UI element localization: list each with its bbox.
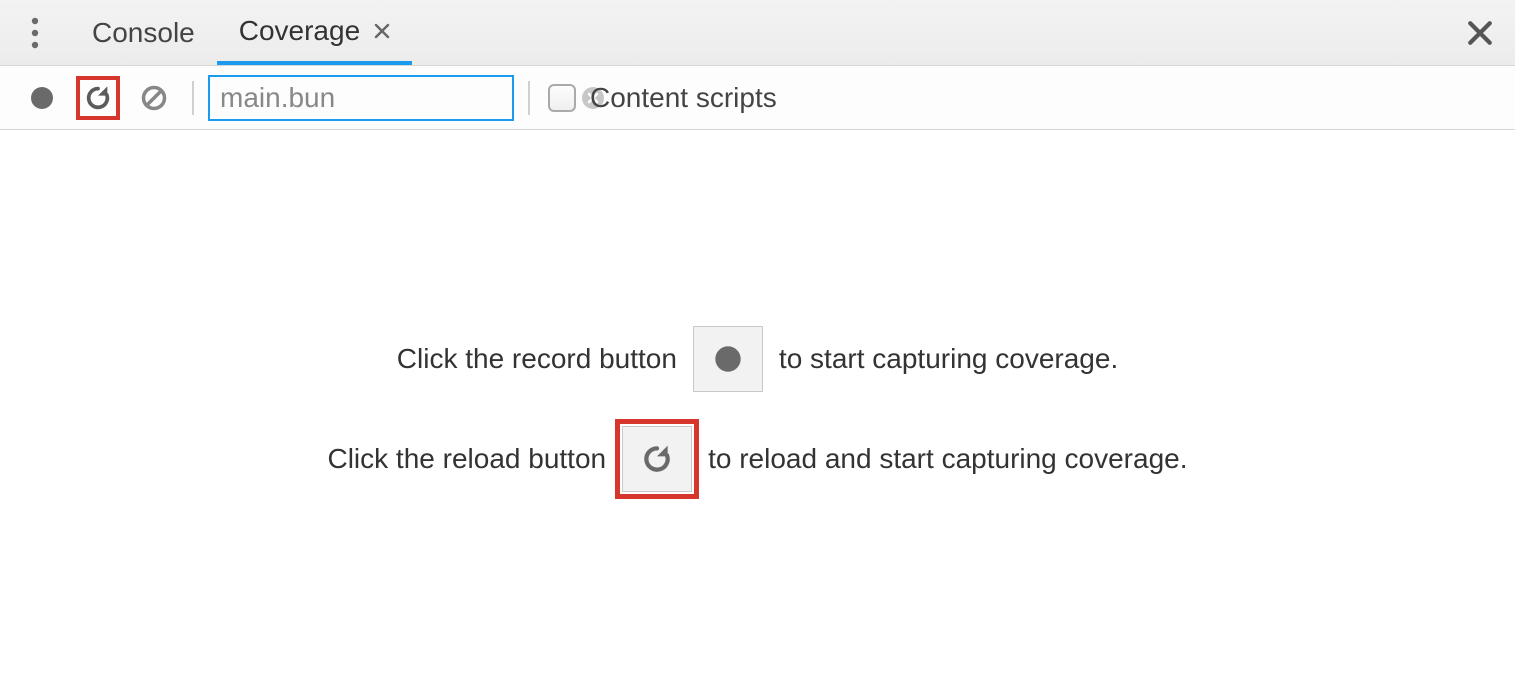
- reload-button[interactable]: [76, 76, 120, 120]
- drawer-tabbar: Console Coverage: [0, 0, 1515, 66]
- coverage-empty-state: Click the record button to start capturi…: [0, 130, 1515, 687]
- record-icon: [29, 85, 55, 111]
- tab-console-label: Console: [92, 17, 195, 49]
- url-filter-input[interactable]: [220, 82, 581, 114]
- record-hint-before: Click the record button: [397, 343, 677, 375]
- tab-coverage-label: Coverage: [239, 15, 360, 47]
- close-icon: [374, 23, 390, 39]
- reload-hint-before: Click the reload button: [327, 443, 606, 475]
- close-icon: [1467, 20, 1493, 46]
- close-tab-button[interactable]: [374, 23, 390, 39]
- content-scripts-checkbox[interactable]: [548, 84, 576, 112]
- record-button[interactable]: [20, 76, 64, 120]
- toolbar-divider: [192, 81, 194, 115]
- toolbar-divider: [528, 81, 530, 115]
- url-filter[interactable]: [208, 75, 514, 121]
- record-hint-row: Click the record button to start capturi…: [397, 326, 1118, 392]
- record-button-inline[interactable]: [693, 326, 763, 392]
- reload-icon: [641, 443, 673, 475]
- close-drawer-button[interactable]: [1445, 0, 1515, 65]
- reload-button-inline[interactable]: [622, 426, 692, 492]
- tab-coverage[interactable]: Coverage: [217, 0, 412, 65]
- kebab-menu-icon: [31, 17, 39, 49]
- coverage-toolbar: Content scripts: [0, 66, 1515, 130]
- clear-icon: [140, 84, 168, 112]
- reload-hint-after: to reload and start capturing coverage.: [708, 443, 1187, 475]
- reload-hint-row: Click the reload button to reload and st…: [327, 426, 1187, 492]
- tab-console[interactable]: Console: [70, 0, 217, 65]
- record-icon: [713, 344, 743, 374]
- content-scripts-label: Content scripts: [590, 82, 777, 114]
- clear-all-button[interactable]: [132, 76, 176, 120]
- reload-icon: [84, 84, 112, 112]
- more-tabs-button[interactable]: [0, 0, 70, 65]
- record-hint-after: to start capturing coverage.: [779, 343, 1118, 375]
